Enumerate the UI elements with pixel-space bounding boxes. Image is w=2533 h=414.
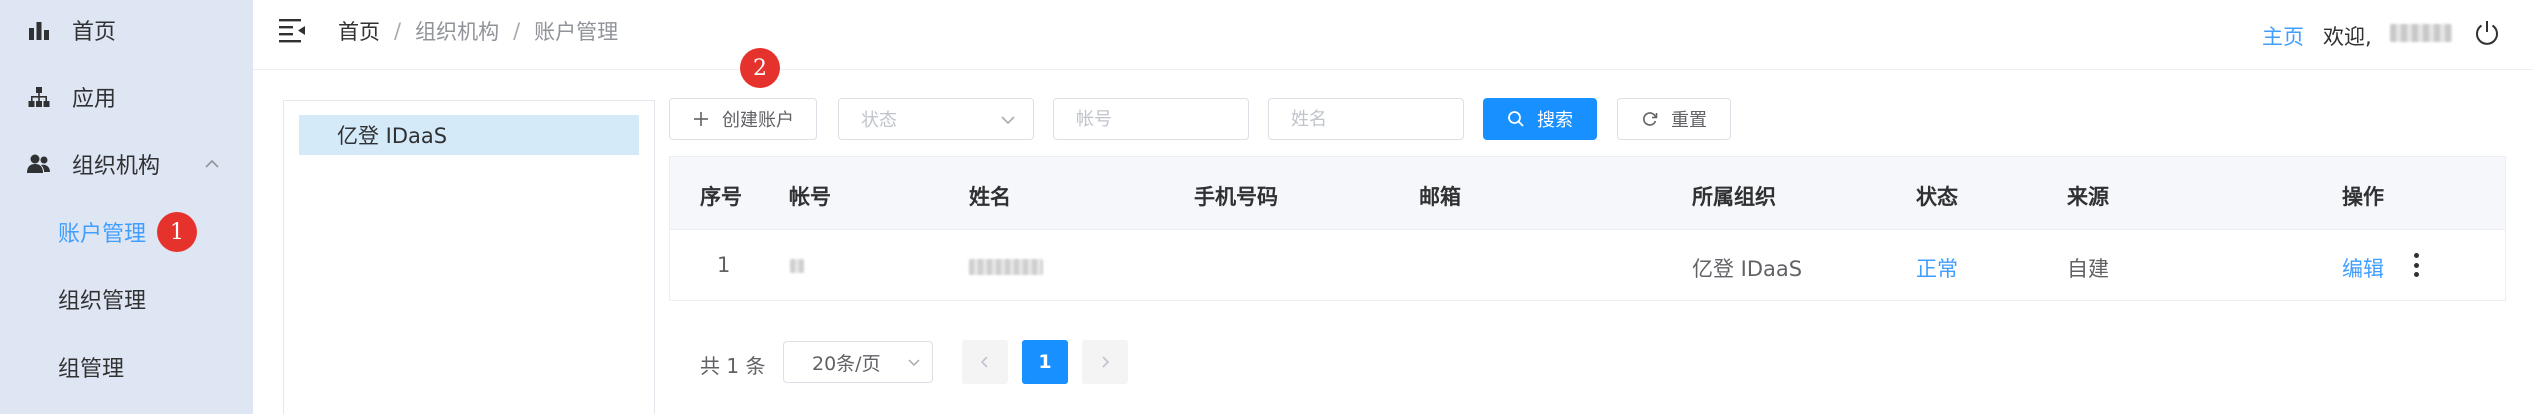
search-icon [1507,110,1525,128]
bar-chart-icon [27,18,51,42]
home-link[interactable]: 主页 [2262,21,2304,51]
page-size-value: 20条/页 [812,352,881,375]
status-select-placeholder: 状态 [861,110,897,131]
breadcrumb-home[interactable]: 首页 [338,16,380,46]
prev-page-button[interactable] [962,340,1008,384]
reset-label: 重置 [1671,110,1707,131]
chevron-down-icon [908,359,920,367]
breadcrumb-separator: / [394,19,402,43]
account-input[interactable] [1053,98,1249,140]
column-header-source: 来源 [2067,185,2109,209]
power-icon[interactable] [2473,19,2501,47]
page-button-current[interactable]: 1 [1022,340,1068,384]
page-size-select[interactable]: 20条/页 [783,341,933,383]
table-header: 序号 帐号 姓名 手机号码 邮箱 所属组织 状态 来源 操作 [670,157,2505,230]
welcome-text: 欢迎, [2323,25,2372,49]
plus-icon [692,110,710,128]
org-tree-panel: 亿登 IDaaS [283,100,655,414]
table-row: 1 亿登 IDaaS 正常 自建 编辑 [670,230,2505,300]
column-header-email: 邮箱 [1419,185,1461,209]
users-icon [27,152,51,176]
column-header-phone: 手机号码 [1194,185,1278,209]
sidebar-item-label: 应用 [72,87,117,112]
column-header-account: 帐号 [789,185,831,209]
sidebar-item-label: 组管理 [58,357,125,382]
breadcrumb-separator: / [513,19,521,43]
pagination-total: 共 1 条 [700,354,766,378]
create-account-button[interactable]: 创建账户 [669,98,817,140]
sidebar-item-label: 组织机构 [72,154,161,179]
sitemap-icon [27,85,51,109]
more-vertical-icon[interactable] [2411,253,2421,277]
search-button[interactable]: 搜索 [1483,98,1597,140]
cell-source: 自建 [2067,257,2109,281]
breadcrumb: 首页 / 组织机构 / 账户管理 [338,16,618,46]
top-header: 首页 / 组织机构 / 账户管理 主页 欢迎, [253,0,2533,70]
accounts-table: 序号 帐号 姓名 手机号码 邮箱 所属组织 状态 来源 操作 1 亿登 IDaa… [669,156,2506,301]
chevron-up-icon [205,159,219,168]
username-blurred [2390,24,2452,42]
name-input[interactable] [1268,98,1464,140]
cell-status: 正常 [1916,257,1958,281]
cell-name-blurred [969,259,1043,275]
sidebar-item-group-management[interactable]: 组管理 [0,333,253,401]
status-select[interactable]: 状态 [838,98,1034,140]
sidebar-item-label: 组织管理 [58,289,147,314]
tree-node-root[interactable]: 亿登 IDaaS [299,115,639,155]
cell-account-blurred [790,259,804,273]
column-header-actions: 操作 [2342,185,2384,209]
breadcrumb-organization: 组织机构 [415,20,500,44]
edit-link[interactable]: 编辑 [2342,253,2384,283]
cell-index: 1 [717,253,731,277]
reset-button[interactable]: 重置 [1617,98,1731,140]
search-label: 搜索 [1537,110,1573,131]
sidebar-item-organization[interactable]: 组织机构 [0,130,253,198]
sidebar-item-label: 账户管理 [58,222,147,247]
sidebar-item-home[interactable]: 首页 [0,0,253,64]
create-account-label: 创建账户 [722,110,794,131]
sidebar: 首页 应用 组织机构 账户管理 1 组织管理 组管理 [0,0,253,414]
column-header-name: 姓名 [969,185,1011,209]
breadcrumb-account-management: 账户管理 [534,20,619,44]
column-header-status: 状态 [1916,185,1958,209]
column-header-organization: 所属组织 [1692,185,1776,209]
next-page-button[interactable] [1082,340,1128,384]
column-header-index: 序号 [700,185,742,209]
chevron-left-icon [980,356,988,368]
step-badge-2: 2 [740,48,780,88]
menu-collapse-icon[interactable] [279,17,307,43]
sidebar-item-account-management[interactable]: 账户管理 1 [0,198,253,266]
chevron-right-icon [1102,356,1110,368]
refresh-icon [1641,110,1659,128]
cell-organization: 亿登 IDaaS [1692,257,1803,281]
sidebar-item-apps[interactable]: 应用 [0,63,253,131]
step-badge-1: 1 [157,212,197,252]
sidebar-item-org-management[interactable]: 组织管理 [0,265,253,333]
chevron-down-icon [1001,116,1015,125]
sidebar-item-label: 首页 [72,20,117,45]
